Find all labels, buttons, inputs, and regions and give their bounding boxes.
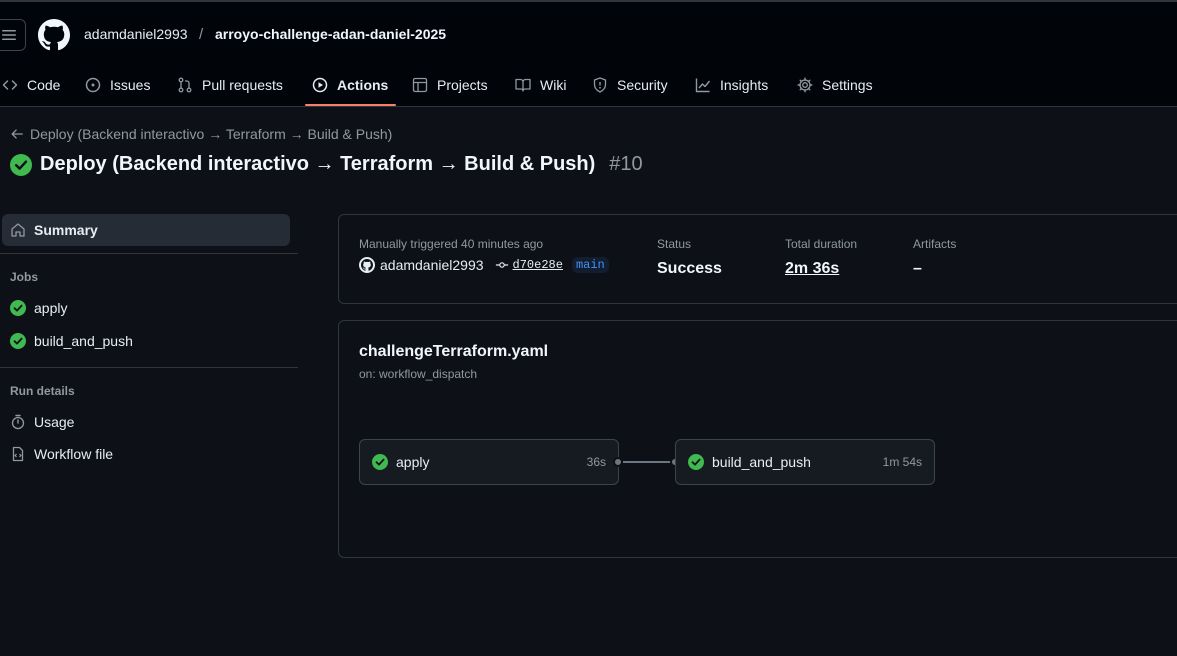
tab-security-label: Security <box>617 77 668 93</box>
check-circle-fill-icon <box>10 333 26 349</box>
git-commit-icon <box>495 262 508 268</box>
tab-security[interactable]: Security <box>592 72 668 98</box>
sidebar-job-apply[interactable]: apply <box>10 300 67 316</box>
arrow-left-icon <box>11 129 23 139</box>
commit-link[interactable]: d70e28e <box>495 258 563 272</box>
tab-insights-label: Insights <box>720 77 769 93</box>
tab-code-label: Code <box>27 77 61 93</box>
back-to-workflow-link[interactable]: Deploy (Backend interactivo → Terraform … <box>10 126 392 142</box>
shield-icon <box>593 77 607 93</box>
tab-settings[interactable]: Settings <box>797 72 873 98</box>
tab-insights[interactable]: Insights <box>695 72 768 98</box>
artifacts-value: – <box>913 260 922 277</box>
run-title-text: Deploy (Backend interactivo → Terraform … <box>40 153 596 175</box>
check-circle-fill-icon <box>10 153 32 176</box>
workflow-file-name: challengeTerraform.yaml <box>359 343 549 360</box>
hamburger-menu-button[interactable] <box>0 19 26 51</box>
run-title: Deploy (Backend interactivo → Terraform … <box>10 153 643 176</box>
actor-name-link[interactable]: adamdaniel2993 <box>380 257 484 273</box>
tab-actions[interactable]: Actions <box>312 72 388 98</box>
sidebar-item-workflow-file[interactable]: Workflow file <box>10 446 113 462</box>
job-node-build-and-push-duration: 1m 54s <box>882 455 922 469</box>
run-number: #10 <box>609 153 643 175</box>
tab-wiki[interactable]: Wiki <box>515 72 566 98</box>
duration-label: Total duration <box>785 237 858 251</box>
stopwatch-icon <box>11 414 25 430</box>
active-tab-underline <box>305 104 396 106</box>
tab-projects-label: Projects <box>437 77 488 93</box>
tab-wiki-label: Wiki <box>540 77 567 93</box>
sidebar-divider <box>0 367 298 368</box>
gear-icon <box>797 77 813 93</box>
tab-pull-requests[interactable]: Pull requests <box>177 72 283 98</box>
github-logo-icon[interactable] <box>38 19 70 51</box>
sidebar-job-build-and-push[interactable]: build_and_push <box>10 333 133 349</box>
job-node-build-and-push-name: build_and_push <box>712 454 811 470</box>
job-node-build-and-push[interactable]: build_and_push 1m 54s <box>675 439 935 485</box>
tab-settings-label: Settings <box>822 77 873 93</box>
sidebar-job-apply-label: apply <box>34 300 68 316</box>
workflow-graph-box: challengeTerraform.yaml on: workflow_dis… <box>338 320 1177 558</box>
tab-issues-label: Issues <box>110 77 151 93</box>
status-value: Success <box>657 260 722 277</box>
file-code-icon <box>12 446 24 462</box>
commit-sha: d70e28e <box>512 258 563 272</box>
sidebar-item-summary-label: Summary <box>34 222 98 238</box>
back-link-label: Deploy (Backend interactivo → Terraform … <box>30 126 393 142</box>
issue-opened-icon <box>85 77 101 93</box>
hamburger-icon <box>2 30 16 40</box>
check-circle-fill-icon <box>372 454 388 470</box>
sidebar-job-build-and-push-label: build_and_push <box>34 333 133 349</box>
job-node-apply[interactable]: apply 36s <box>359 439 619 485</box>
tab-actions-label: Actions <box>337 77 389 93</box>
github-avatar-icon <box>361 259 373 271</box>
breadcrumb-separator: / <box>199 26 204 43</box>
check-circle-fill-icon <box>688 454 704 470</box>
code-icon <box>2 80 18 90</box>
tab-projects[interactable]: Projects <box>412 72 488 98</box>
duration-value-link[interactable]: 2m 36s <box>785 260 839 278</box>
sidebar-item-usage[interactable]: Usage <box>10 414 74 430</box>
sidebar-item-workflow-file-label: Workflow file <box>34 446 114 462</box>
avatar[interactable] <box>359 257 375 273</box>
table-icon <box>412 77 428 93</box>
graph-icon <box>695 78 711 93</box>
repo-name-link[interactable]: arroyo-challenge-adan-daniel-2025 <box>215 26 446 42</box>
run-summary-box: Manually triggered 40 minutes ago adamda… <box>338 214 1177 304</box>
job-node-apply-duration: 36s <box>586 455 606 469</box>
sidebar-jobs-heading: Jobs <box>10 270 39 284</box>
run-actor: adamdaniel2993 d70e28e main <box>359 257 609 273</box>
workflow-trigger: on: workflow_dispatch <box>359 367 478 381</box>
tab-issues[interactable]: Issues <box>85 72 150 98</box>
sidebar-divider <box>0 253 298 254</box>
job-node-apply-name: apply <box>396 454 430 470</box>
play-icon <box>312 77 328 93</box>
book-icon <box>515 78 531 92</box>
home-icon <box>11 223 25 237</box>
tab-pull-requests-label: Pull requests <box>202 77 283 93</box>
status-label: Status <box>657 237 692 251</box>
trigger-text: Manually triggered 40 minutes ago <box>359 237 544 251</box>
tab-code[interactable]: Code <box>2 72 60 98</box>
git-pull-request-icon <box>178 77 192 93</box>
global-header: adamdaniel2993 / arroyo-challenge-adan-d… <box>0 0 1177 107</box>
repo-owner-link[interactable]: adamdaniel2993 <box>84 26 188 42</box>
sidebar-item-usage-label: Usage <box>34 414 75 430</box>
sidebar-item-summary[interactable]: Summary <box>2 214 290 246</box>
artifacts-label: Artifacts <box>913 237 957 251</box>
job-connector-line <box>623 461 671 463</box>
job-connector-dot <box>613 457 623 467</box>
branch-badge[interactable]: main <box>571 257 609 273</box>
sidebar-run-details-heading: Run details <box>10 384 75 398</box>
check-circle-fill-icon <box>10 300 26 316</box>
